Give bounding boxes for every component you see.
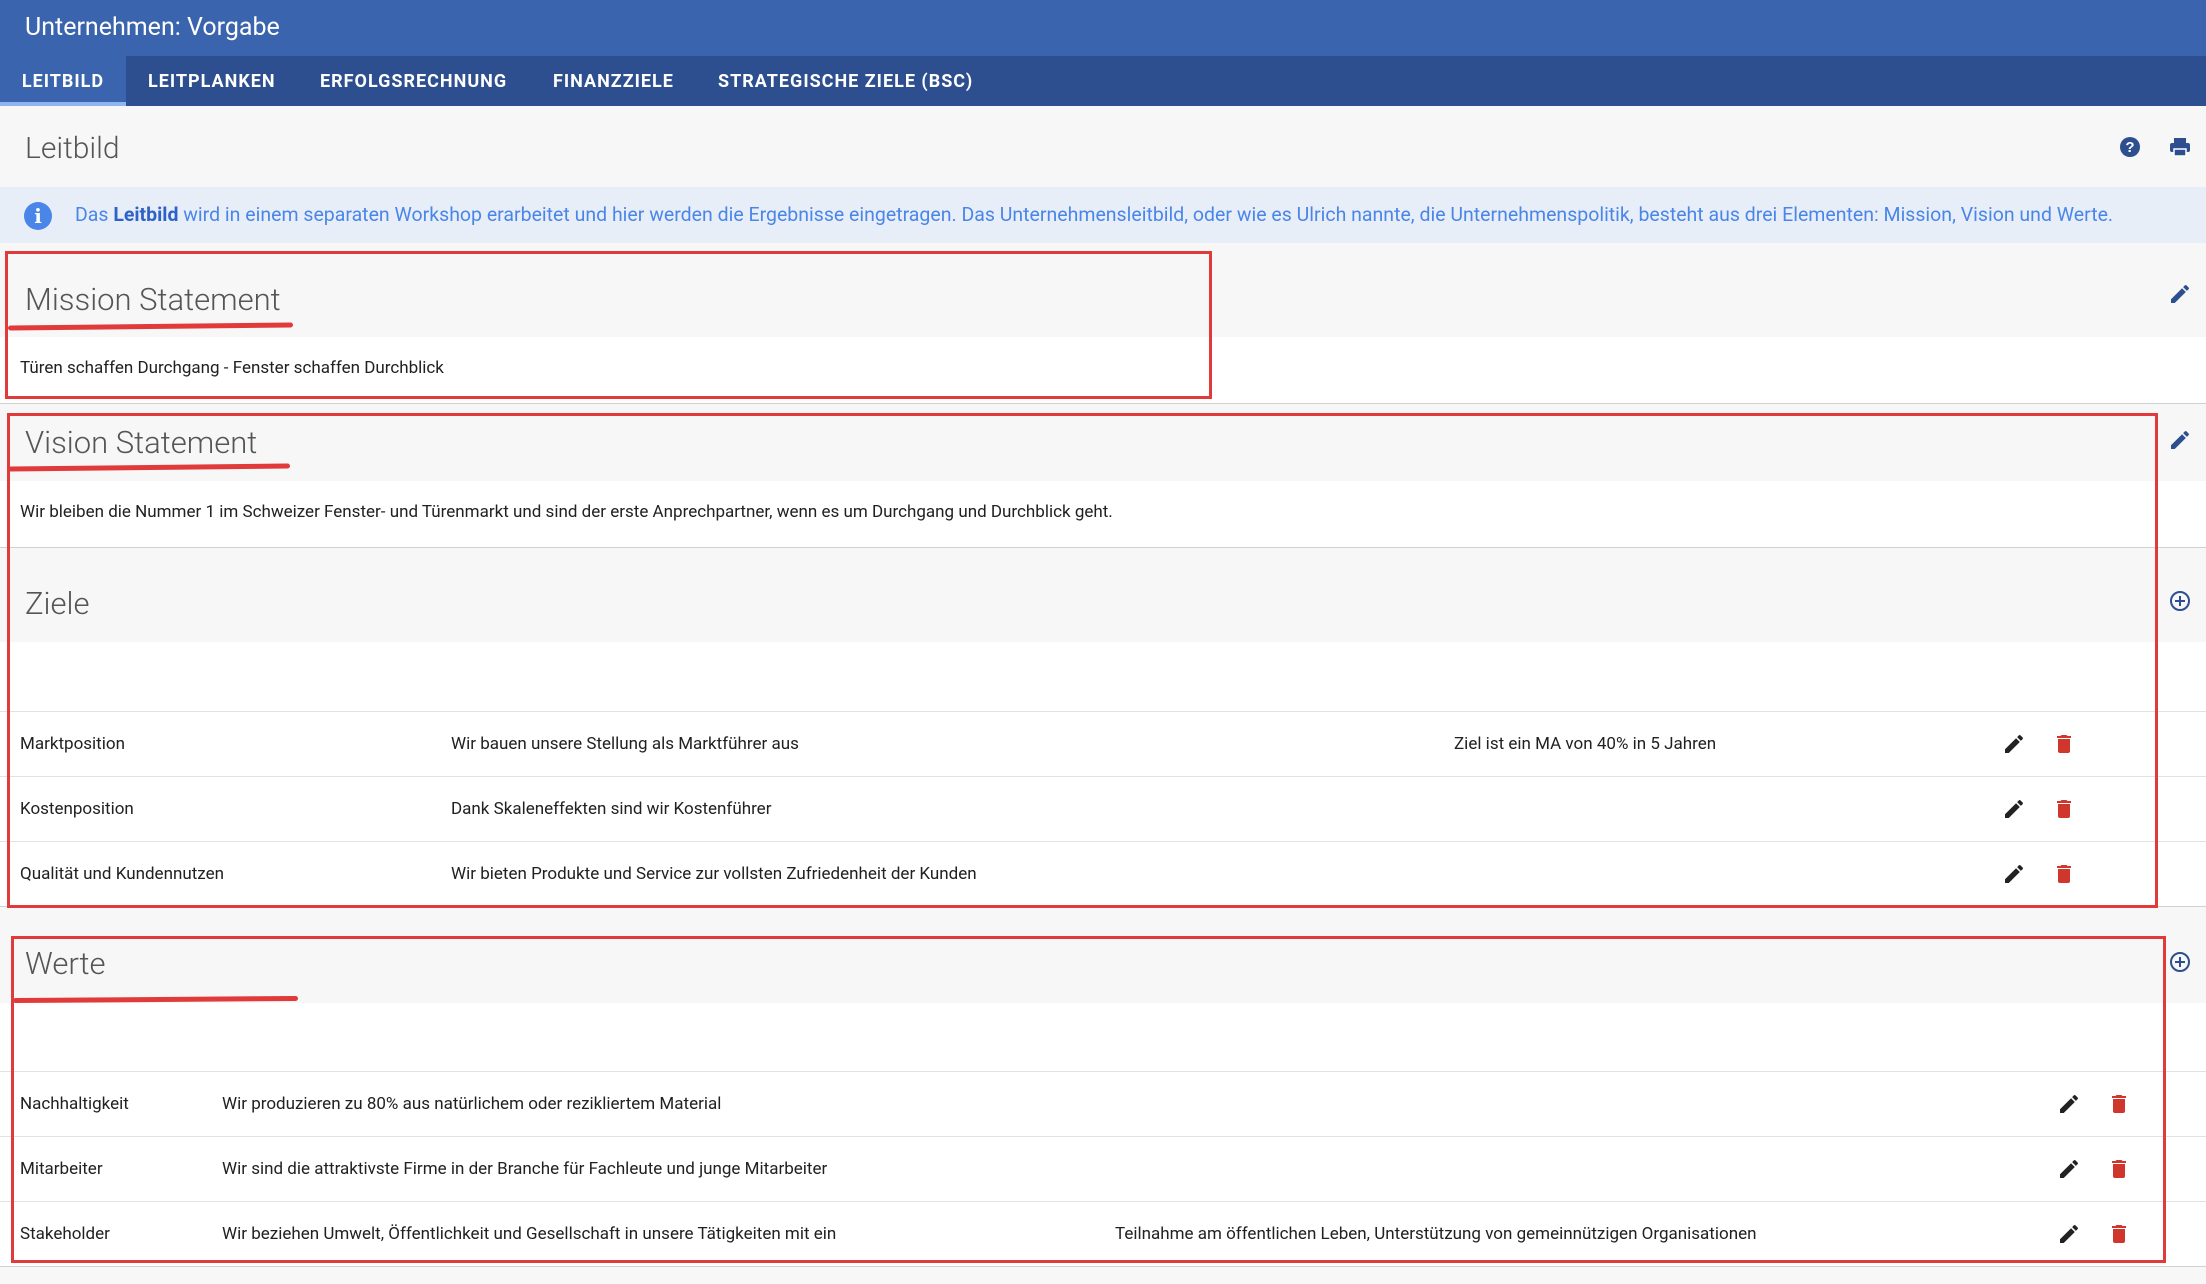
add-ziel-icon[interactable]: [2168, 589, 2192, 613]
edit-icon[interactable]: [2002, 732, 2026, 756]
werte-title: Werte: [25, 945, 106, 982]
mission-text: Türen schaffen Durchgang - Fenster schaf…: [20, 358, 444, 378]
wert-desc: Wir sind die attraktivste Firme in der B…: [222, 1159, 828, 1179]
edit-icon[interactable]: [2057, 1092, 2081, 1116]
wert-row: Nachhaltigkeit Wir produzieren zu 80% au…: [0, 1071, 2206, 1136]
wert-desc: Wir produzieren zu 80% aus natürlichem o…: [222, 1094, 722, 1114]
add-wert-icon[interactable]: [2168, 950, 2192, 974]
ziele-spacer: [0, 642, 2206, 712]
ziel-row: Marktposition Wir bauen unsere Stellung …: [0, 711, 2206, 776]
ziel-desc: Wir bieten Produkte und Service zur voll…: [451, 864, 977, 884]
ziele-header: Ziele: [0, 548, 2206, 642]
tab-leitbild[interactable]: LEITBILD: [0, 56, 126, 106]
ziel-desc: Wir bauen unsere Stellung als Marktführe…: [451, 734, 799, 754]
werte-header: Werte: [0, 907, 2206, 1003]
tab-finanzziele[interactable]: FINANZZIELE: [553, 56, 674, 106]
tab-leitplanken[interactable]: LEITPLANKEN: [148, 56, 276, 106]
app-bar: Unternehmen: Vorgabe: [0, 0, 2206, 56]
delete-icon[interactable]: [2052, 862, 2076, 886]
edit-icon[interactable]: [2002, 797, 2026, 821]
wert-row: Mitarbeiter Wir sind die attraktivste Fi…: [0, 1136, 2206, 1201]
wert-row: Stakeholder Wir beziehen Umwelt, Öffentl…: [0, 1201, 2206, 1266]
divider: [0, 1266, 2206, 1267]
edit-icon[interactable]: [2057, 1157, 2081, 1181]
page: Unternehmen: Vorgabe LEITBILD LEITPLANKE…: [0, 0, 2206, 1284]
tab-bar: LEITBILD LEITPLANKEN ERFOLGSRECHNUNG FIN…: [0, 56, 2206, 106]
print-icon[interactable]: [2168, 135, 2192, 159]
wert-note: Teilnahme am öffentlichen Leben, Unterst…: [1115, 1224, 1757, 1244]
info-text: Das Leitbild wird in einem separaten Wor…: [75, 203, 2114, 226]
wert-name: Nachhaltigkeit: [20, 1094, 129, 1114]
vision-title: Vision Statement: [25, 424, 258, 461]
delete-icon[interactable]: [2107, 1092, 2131, 1116]
delete-icon[interactable]: [2052, 797, 2076, 821]
delete-icon[interactable]: [2052, 732, 2076, 756]
ziel-row: Kostenposition Dank Skaleneffekten sind …: [0, 776, 2206, 841]
ziel-name: Kostenposition: [20, 799, 134, 819]
mission-header: Mission Statement: [0, 251, 2206, 337]
edit-vision-icon[interactable]: [2168, 428, 2192, 452]
help-icon[interactable]: ?: [2118, 135, 2142, 159]
info-banner: i Das Leitbild wird in einem separaten W…: [0, 187, 2206, 243]
vision-body: Wir bleiben die Nummer 1 im Schweizer Fe…: [0, 481, 2206, 547]
page-title: Leitbild: [25, 131, 120, 166]
ziel-name: Qualität und Kundennutzen: [20, 864, 224, 884]
delete-icon[interactable]: [2107, 1157, 2131, 1181]
vision-text: Wir bleiben die Nummer 1 im Schweizer Fe…: [20, 502, 1113, 522]
mission-title: Mission Statement: [25, 281, 281, 318]
tab-erfolgsrechnung[interactable]: ERFOLGSRECHNUNG: [320, 56, 507, 106]
info-icon: i: [24, 202, 52, 230]
edit-mission-icon[interactable]: [2168, 282, 2192, 306]
ziele-title: Ziele: [25, 585, 90, 622]
ziel-row: Qualität und Kundennutzen Wir bieten Pro…: [0, 841, 2206, 906]
app-title: Unternehmen: Vorgabe: [25, 13, 280, 42]
wert-name: Stakeholder: [20, 1224, 110, 1244]
ziel-desc: Dank Skaleneffekten sind wir Kostenführe…: [451, 799, 772, 819]
ziel-note: Ziel ist ein MA von 40% in 5 Jahren: [1454, 734, 1717, 754]
ziel-name: Marktposition: [20, 734, 125, 754]
werte-spacer: [0, 1003, 2206, 1072]
edit-icon[interactable]: [2057, 1222, 2081, 1246]
edit-icon[interactable]: [2002, 862, 2026, 886]
delete-icon[interactable]: [2107, 1222, 2131, 1246]
wert-name: Mitarbeiter: [20, 1159, 103, 1179]
mission-body: Türen schaffen Durchgang - Fenster schaf…: [0, 337, 2206, 403]
vision-header: Vision Statement: [0, 404, 2206, 481]
svg-text:?: ?: [2125, 139, 2134, 156]
wert-desc: Wir beziehen Umwelt, Öffentlichkeit und …: [222, 1224, 837, 1244]
tab-strategische-ziele[interactable]: STRATEGISCHE ZIELE (BSC): [718, 56, 973, 106]
